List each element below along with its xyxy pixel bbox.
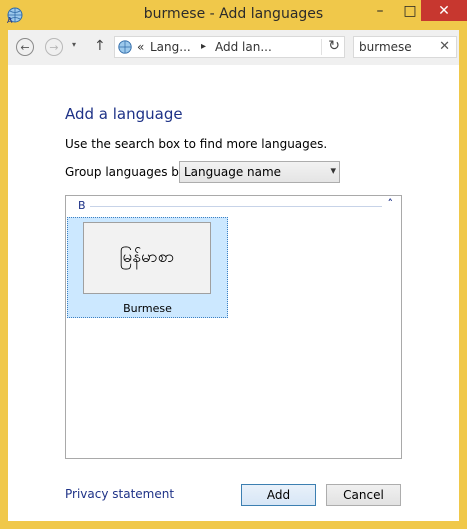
window: A burmese - Add languages – □ ✕ ← → ▾ ↑ … xyxy=(0,0,467,529)
address-separator xyxy=(321,39,322,55)
clear-search-button[interactable]: ✕ xyxy=(439,39,450,54)
language-name: Burmese xyxy=(123,302,172,315)
breadcrumb-overflow[interactable]: « xyxy=(137,40,144,54)
add-button[interactable]: Add xyxy=(241,484,316,506)
language-list: B ˄ မြန်မာစာ Burmese xyxy=(65,195,402,459)
content-pane: Add a language Use the search box to fin… xyxy=(8,65,459,521)
refresh-button[interactable]: ↻ xyxy=(328,38,340,54)
back-button[interactable]: ← xyxy=(16,38,34,56)
close-button[interactable]: ✕ xyxy=(421,0,467,21)
breadcrumb-arrow-icon[interactable]: ▸ xyxy=(201,41,206,52)
privacy-statement-link[interactable]: Privacy statement xyxy=(65,487,174,501)
collapse-group-icon[interactable]: ˄ xyxy=(388,197,394,210)
search-input[interactable]: burmese xyxy=(359,40,412,54)
forward-button[interactable]: → xyxy=(45,38,63,56)
title-bar: A burmese - Add languages – □ ✕ xyxy=(0,0,467,30)
chevron-down-icon: ▾ xyxy=(330,164,336,177)
group-header-letter: B xyxy=(78,199,86,212)
group-by-label: Group languages by: xyxy=(65,165,190,179)
language-tile[interactable]: မြန်မာစာ Burmese xyxy=(67,217,228,318)
instructions-text: Use the search box to find more language… xyxy=(65,137,328,151)
page-title: Add a language xyxy=(65,105,183,123)
language-globe-icon xyxy=(117,39,133,55)
recent-locations-dropdown[interactable]: ▾ xyxy=(72,40,76,49)
language-preview: မြန်မာစာ xyxy=(83,222,211,294)
cancel-button[interactable]: Cancel xyxy=(326,484,401,506)
navigation-bar: ← → ▾ ↑ « Lang... ▸ Add lan... ↻ burmese… xyxy=(8,30,459,65)
up-button[interactable]: ↑ xyxy=(94,38,106,54)
group-by-select[interactable]: Language name ▾ xyxy=(179,161,340,183)
address-bar[interactable]: « Lang... ▸ Add lan... ↻ xyxy=(114,36,345,58)
maximize-button[interactable]: □ xyxy=(396,0,424,21)
group-by-value: Language name xyxy=(184,165,282,179)
breadcrumb-add-languages[interactable]: Add lan... xyxy=(215,40,272,54)
breadcrumb-languages[interactable]: Lang... xyxy=(150,40,191,54)
minimize-button[interactable]: – xyxy=(366,0,394,21)
group-divider xyxy=(90,206,382,207)
search-box[interactable]: burmese ✕ xyxy=(353,36,457,58)
